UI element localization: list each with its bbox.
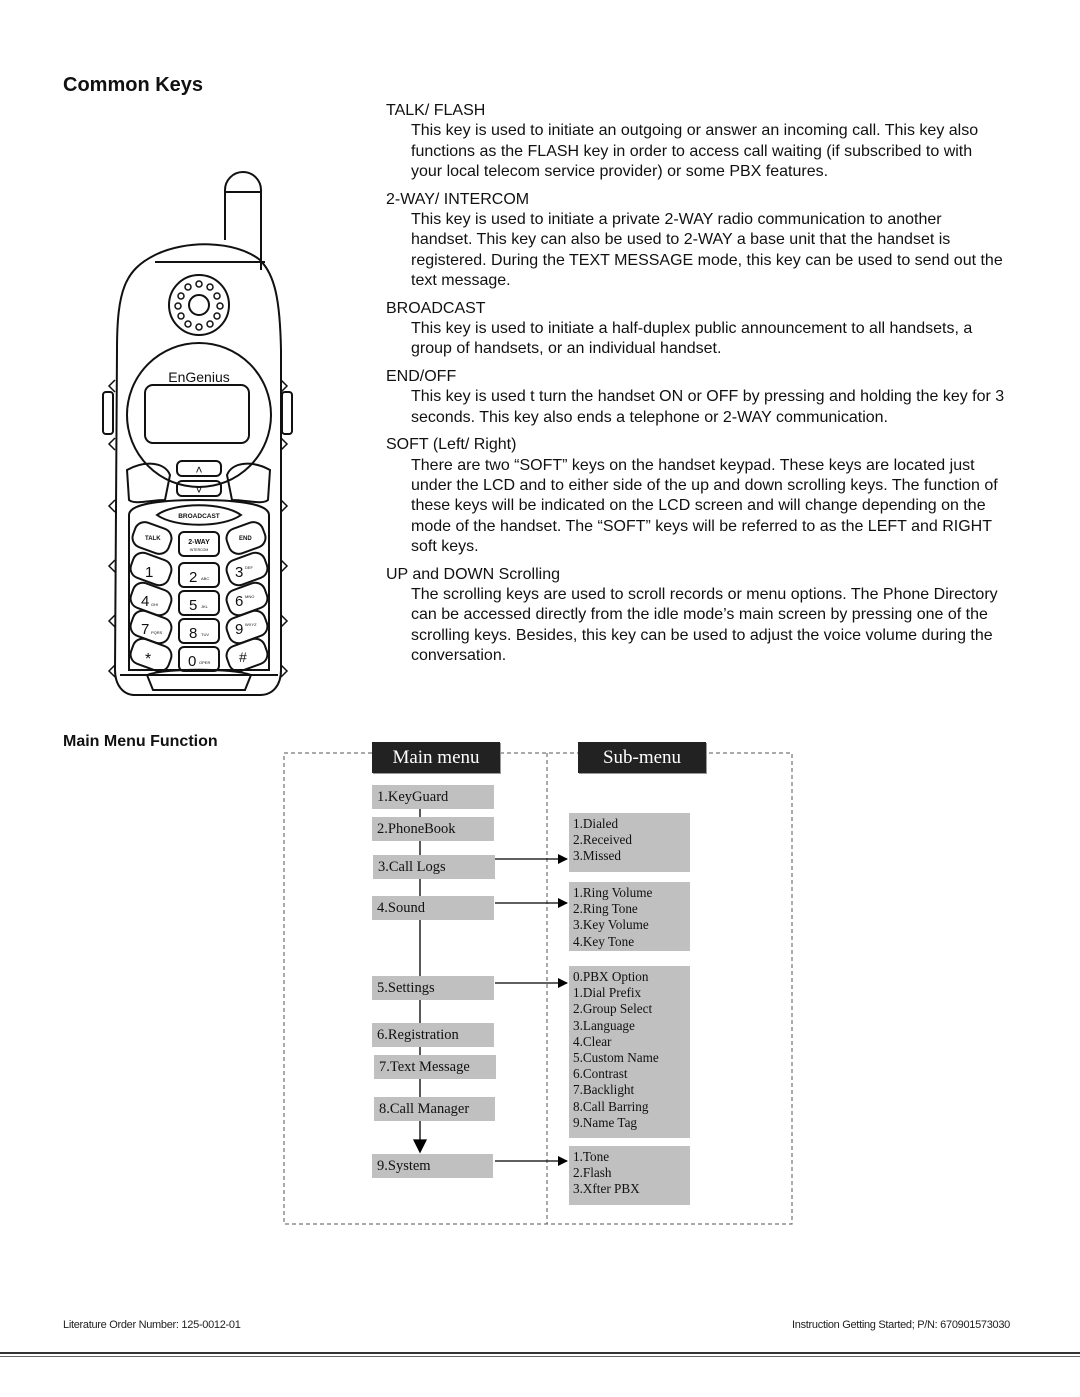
submenu-call-logs: 1.Dialed 2.Received 3.Missed [569,813,690,872]
submenu-item: 4.Key Tone [573,933,635,949]
submenu-item: 4.Clear [573,1033,612,1049]
submenu-item: 1.Tone [573,1149,610,1164]
submenu-item: 7.Backlight [573,1082,635,1098]
submenu-settings: 0.PBX Option 1.Dial Prefix 2.Group Selec… [569,966,690,1138]
main-menu-item: 4.Sound [372,896,494,920]
main-menu-item: 7.Text Message [374,1055,496,1079]
submenu-item: 2.Flash [573,1165,612,1181]
main-menu-item: 2.PhoneBook [372,817,494,841]
submenu-item: 9.Name Tag [573,1114,638,1130]
main-menu-item: 5.Settings [372,976,494,1000]
submenu-item: 1.Ring Volume [573,885,653,900]
submenu-system: 1.Tone 2.Flash 3.Xfter PBX [569,1146,690,1205]
submenu-item: 2.Ring Tone [573,901,638,917]
main-menu-item: 9.System [372,1154,493,1178]
submenu-item: 2.Received [573,832,632,848]
main-menu-item: 8.Call Manager [374,1097,495,1121]
submenu-item: 8.Call Barring [573,1098,649,1114]
sub-menu-header: Sub-menu [578,742,706,773]
main-menu-header: Main menu [372,742,500,773]
footer-rule-thin [0,1356,1080,1357]
submenu-sound: 1.Ring Volume 2.Ring Tone 3.Key Volume 4… [569,882,690,951]
submenu-item: 1.Dial Prefix [573,985,642,1001]
submenu-item: 3.Missed [573,848,621,864]
footer-literature-number: Literature Order Number: 125-0012-01 [63,1319,241,1331]
diagram-lines [283,752,793,1225]
submenu-item: 3.Key Volume [573,917,649,933]
diagram-frame [283,752,793,1225]
submenu-item: 3.Language [573,1017,635,1033]
main-menu-item: 1.KeyGuard [372,785,494,809]
submenu-item: 6.Contrast [573,1066,628,1082]
submenu-item: 0.PBX Option [573,969,649,984]
menu-diagram: Main menu Sub-menu 1.KeyGuard 2.PhoneBoo… [0,0,1080,1397]
main-menu-item: 6.Registration [372,1023,494,1047]
submenu-item: 2.Group Select [573,1001,653,1017]
footer-rule [0,1352,1080,1354]
submenu-item: 5.Custom Name [573,1050,659,1066]
footer-part-number: Instruction Getting Started; P/N: 670901… [792,1319,1010,1331]
submenu-item: 3.Xfter PBX [573,1181,640,1197]
down-arrow-icon [412,1139,428,1154]
submenu-item: 1.Dialed [573,816,619,831]
main-menu-item: 3.Call Logs [373,855,495,879]
